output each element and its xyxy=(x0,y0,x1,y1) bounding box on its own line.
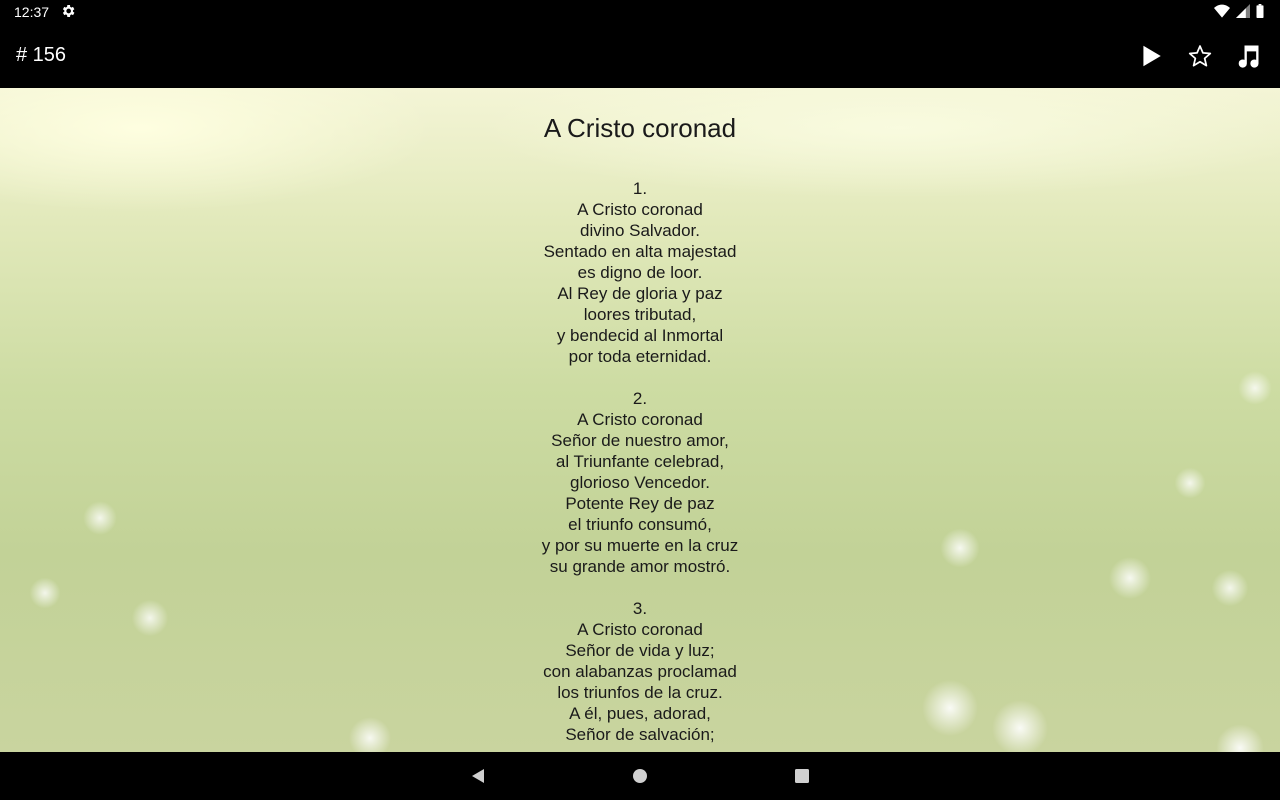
verse-line: y bendecid al Inmortal xyxy=(556,326,724,345)
verse-line: Señor de salvación; xyxy=(565,725,715,744)
verse-line: A Cristo coronad xyxy=(577,620,703,639)
music-button[interactable] xyxy=(1224,32,1272,80)
home-icon xyxy=(633,769,647,783)
verse-line: glorioso Vencedor. xyxy=(570,473,710,492)
verse-line: el triunfo consumó, xyxy=(568,515,712,534)
favorite-button[interactable] xyxy=(1176,32,1224,80)
hymn-title: A Cristo coronad xyxy=(543,113,737,143)
verse-line: su grande amor mostró. xyxy=(549,557,731,576)
wifi-icon xyxy=(1214,4,1230,18)
verse-2: 2. A Cristo coronad Señor de nuestro amo… xyxy=(0,388,1280,577)
status-icons xyxy=(1214,4,1264,18)
verse-number: 3. xyxy=(632,599,648,618)
verse-1: 1. A Cristo coronad divino Salvador. Sen… xyxy=(0,178,1280,367)
verse-line: y por su muerte en la cruz xyxy=(541,536,739,555)
star-outline-icon xyxy=(1188,45,1212,67)
verse-line: los triunfos de la cruz. xyxy=(557,683,723,702)
verse-line: loores tributad, xyxy=(583,305,697,324)
hymn-text: A Cristo coronad 1. A Cristo coronad div… xyxy=(0,88,1280,752)
verse-line: Potente Rey de paz xyxy=(565,494,715,513)
verse-line: A Cristo coronad xyxy=(577,410,703,429)
music-note-icon xyxy=(1238,45,1259,68)
play-button[interactable] xyxy=(1127,32,1175,80)
back-button[interactable] xyxy=(466,764,490,788)
verse-line: es digno de loor. xyxy=(577,263,703,282)
recents-button[interactable] xyxy=(790,764,814,788)
back-icon xyxy=(472,769,484,783)
settings-gear-icon xyxy=(62,5,75,17)
verse-line: A Cristo coronad xyxy=(577,200,703,219)
verse-line: Señor de nuestro amor, xyxy=(551,431,729,450)
verse-line: Al Rey de gloria y paz xyxy=(557,284,723,303)
verse-line: Sentado en alta majestad xyxy=(543,242,737,261)
hymn-number-title: # 156 xyxy=(16,44,67,66)
verse-line: con alabanzas proclamad xyxy=(543,662,737,681)
verse-3: 3. A Cristo coronad Señor de vida y luz;… xyxy=(0,598,1280,745)
verse-line: divino Salvador. xyxy=(579,221,701,240)
home-button[interactable] xyxy=(628,764,652,788)
verse-line: por toda eternidad. xyxy=(568,347,712,366)
signal-icon xyxy=(1236,4,1250,18)
play-icon xyxy=(1143,45,1161,67)
verse-number: 1. xyxy=(632,179,648,198)
app-bar: # 156 xyxy=(0,24,1280,88)
verse-line: A él, pues, adorad, xyxy=(569,704,711,723)
battery-icon xyxy=(1256,4,1264,18)
system-nav-bar xyxy=(0,752,1280,800)
recents-icon xyxy=(795,769,809,783)
status-time: 12:37 xyxy=(14,4,50,20)
app-bar-actions xyxy=(1127,24,1280,88)
verse-number: 2. xyxy=(632,389,648,408)
hymn-content[interactable]: A Cristo coronad 1. A Cristo coronad div… xyxy=(0,88,1280,752)
verse-line: al Triunfante celebrad, xyxy=(555,452,725,471)
verse-line: Señor de vida y luz; xyxy=(565,641,715,660)
status-bar: 12:37 xyxy=(0,0,1280,24)
